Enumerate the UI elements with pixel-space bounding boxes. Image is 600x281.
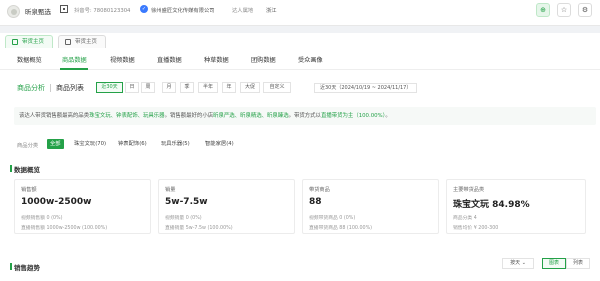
- tab-audience[interactable]: 受众画像: [298, 55, 323, 64]
- view-list-button[interactable]: 列表: [566, 258, 590, 269]
- period-halfyear[interactable]: 半年: [198, 82, 218, 93]
- product-analysis-tab[interactable]: 商品分析: [17, 83, 45, 93]
- sub-toolbar: 商品分析 商品列表 近30天 日 周 月 季 半年 年 大促 自定义 近30天（…: [0, 79, 600, 95]
- period-month[interactable]: 月: [162, 82, 176, 93]
- period-promo[interactable]: 大促: [240, 82, 260, 93]
- date-range[interactable]: 近30天（2024/10/19 ~ 2024/11/17）: [314, 83, 418, 93]
- card-value: 珠宝文玩 84.98%: [453, 200, 530, 210]
- active-tab-indicator: [60, 68, 88, 70]
- top-header: 昕泉甄选 抖音号: 78080123304 ✓ 徐州盛匠文化传媒有限公司 达人属…: [0, 0, 600, 26]
- star-icon[interactable]: ☆: [557, 3, 571, 17]
- period-year[interactable]: 年: [222, 82, 236, 93]
- host-tab-1[interactable]: 带货主页: [5, 35, 54, 48]
- category-chip-toys[interactable]: 玩具乐器(5): [161, 139, 190, 149]
- store-icon: [12, 39, 18, 45]
- store-icon: [65, 39, 71, 45]
- product-list-tab[interactable]: 商品列表: [56, 83, 84, 93]
- card-volume: 销量 5w-7.5w 视频销量 0 (0%) 直播销量 5w-7.5w (100…: [158, 179, 295, 234]
- avatar[interactable]: [7, 5, 20, 18]
- period-week[interactable]: 周: [141, 82, 155, 93]
- region-value: 浙江: [266, 8, 277, 14]
- card-sub: 视频销量 0 (0%): [165, 216, 202, 221]
- card-value: 88: [309, 197, 322, 207]
- verified-icon: ✓: [140, 5, 148, 13]
- category-chip-watches[interactable]: 钟表配饰(6): [118, 139, 147, 149]
- card-value: 1000w-2500w: [21, 197, 92, 207]
- tab-video[interactable]: 视频数据: [110, 55, 135, 64]
- account-id: 抖音号: 78080123304: [74, 8, 131, 14]
- tab-seeding[interactable]: 种草数据: [204, 55, 229, 64]
- top-shops[interactable]: 昕泉严选、昕泉精选、昕泉臻选: [213, 113, 288, 119]
- chevron-down-icon: ⌄: [521, 260, 526, 266]
- top-categories[interactable]: 珠宝文玩、钟表配饰、玩具乐器: [89, 113, 164, 119]
- card-sales: 销售额 1000w-2500w 视频销售额 0 (0%) 直播销售额 1000w…: [14, 179, 151, 234]
- shop-name: 昕泉甄选: [25, 8, 51, 16]
- sales-mode: 直播带货为主（100.00%）: [320, 113, 386, 119]
- card-sub: 视频销售额 0 (0%): [21, 216, 63, 221]
- summary-banner: 该达人带货销售额最高的品类珠宝文玩、钟表配饰、玩具乐器。销售额最好的小店昕泉严选…: [14, 107, 596, 125]
- card-products: 带货商品 88 视频带货商品 0 (0%) 直播带货商品 88 (100.00%…: [302, 179, 439, 234]
- qrcode-icon[interactable]: [60, 5, 68, 13]
- category-chip-jewelry[interactable]: 珠宝文玩(70): [74, 139, 106, 149]
- main-tabs: 数据概览 商品数据 视频数据 直播数据 种草数据 团购数据 受众画像: [0, 49, 600, 70]
- main-panel: 数据概览 商品数据 视频数据 直播数据 种草数据 团购数据 受众画像 商品分析 …: [0, 49, 600, 281]
- card-sub: 直播销售额 1000w-2500w (100.00%): [21, 226, 108, 231]
- card-sub: 直播销量 5w-7.5w (100.00%): [165, 226, 233, 231]
- user-plus-icon[interactable]: ⊕: [536, 3, 550, 17]
- period-custom[interactable]: 自定义: [263, 82, 291, 93]
- card-sub: 视频带货商品 0 (0%): [309, 216, 356, 221]
- tab-live[interactable]: 直播数据: [157, 55, 182, 64]
- card-label: 带货商品: [309, 187, 330, 193]
- view-chart-button[interactable]: 图表: [542, 258, 566, 269]
- overview-title: 数据概览: [10, 165, 40, 174]
- category-label: 商品分类: [17, 143, 39, 149]
- card-sub: 商品分类 4: [453, 216, 477, 221]
- card-label: 主要带货品类: [453, 187, 485, 193]
- card-sub: 直播带货商品 88 (100.00%): [309, 226, 373, 231]
- category-chip-all[interactable]: 全部: [47, 139, 64, 149]
- card-sub: 销售均价 ¥ 200-300: [453, 226, 499, 231]
- tab-products[interactable]: 商品数据: [62, 55, 87, 64]
- card-label: 销售额: [21, 187, 37, 193]
- company-name: 徐州盛匠文化传媒有限公司: [151, 8, 215, 14]
- host-tab-bar: 带货主页 带货主页: [0, 33, 600, 49]
- host-tab-2[interactable]: 带货主页: [58, 35, 107, 48]
- category-chip-smarthome[interactable]: 智能家居(4): [205, 139, 234, 149]
- trend-granularity-select[interactable]: 按天 ⌄: [502, 258, 534, 269]
- period-30d[interactable]: 近30天: [96, 82, 123, 93]
- period-quarter[interactable]: 季: [180, 82, 194, 93]
- period-day[interactable]: 日: [125, 82, 139, 93]
- card-value: 5w-7.5w: [165, 197, 208, 207]
- region-label: 达人属地: [232, 8, 254, 14]
- card-label: 销量: [165, 187, 176, 193]
- gear-icon[interactable]: ⚙: [578, 3, 592, 17]
- card-main-category: 主要带货品类 珠宝文玩 84.98% 商品分类 4 销售均价 ¥ 200-300: [446, 179, 586, 234]
- trend-title: 销售趋势: [10, 263, 40, 272]
- tab-groupbuy[interactable]: 团购数据: [251, 55, 276, 64]
- tab-overview[interactable]: 数据概览: [17, 55, 42, 64]
